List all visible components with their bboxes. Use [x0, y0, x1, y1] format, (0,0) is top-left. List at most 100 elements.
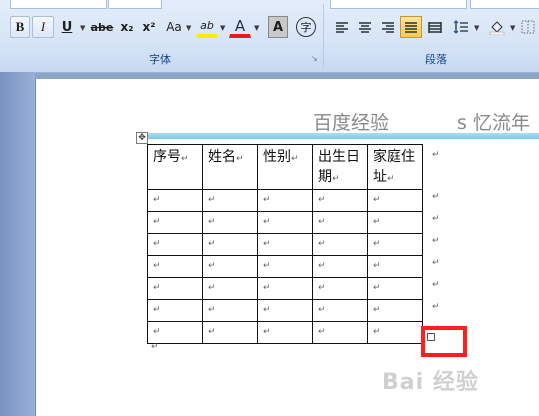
font-name-combo[interactable]	[10, 0, 107, 9]
justify-button[interactable]	[400, 16, 422, 38]
align-left-icon	[336, 22, 348, 33]
header-cell-birthdate[interactable]: 出生日 期↵	[312, 144, 368, 190]
underline-dropdown-icon[interactable]: ▼	[80, 24, 85, 32]
table-cell[interactable]: ↵	[367, 211, 423, 234]
table-cell[interactable]: ↵	[312, 255, 368, 278]
table-cell[interactable]: ↵	[367, 321, 423, 344]
change-case-button[interactable]: Aa	[163, 16, 185, 38]
distributed-button[interactable]	[424, 16, 446, 38]
font-color-button[interactable]: A	[229, 16, 251, 38]
table-row: ↵ ↵ ↵ ↵ ↵	[147, 299, 423, 322]
header-cell-address[interactable]: 家庭住 址↵	[367, 144, 423, 190]
table-cell[interactable]: ↵	[202, 277, 258, 300]
font-size-combo[interactable]	[108, 0, 162, 9]
table-cell[interactable]: ↵	[147, 299, 203, 322]
superscript-button[interactable]: x²	[139, 16, 159, 38]
table-cell[interactable]: ↵	[202, 321, 258, 344]
table-cell[interactable]: ↵	[312, 233, 368, 256]
list-combo[interactable]	[330, 0, 467, 9]
table-cell[interactable]: ↵	[202, 189, 258, 212]
header-text-right: s 忆流年	[457, 112, 530, 134]
paragraph-group-label: 段落	[425, 53, 447, 66]
paragraph-mark-after-table: ↵	[151, 342, 159, 352]
table-cell[interactable]: ↵	[312, 189, 368, 212]
line-spacing-dropdown-icon[interactable]: ▼	[474, 24, 479, 32]
font-color-dropdown-icon[interactable]: ▼	[254, 24, 259, 32]
document-margin-area	[0, 72, 35, 416]
table-row: ↵ ↵ ↵ ↵ ↵	[147, 321, 423, 344]
header-cell-gender[interactable]: 性别↵	[257, 144, 313, 190]
table-cell[interactable]: ↵	[257, 211, 313, 234]
table-cell[interactable]: ↵	[147, 321, 203, 344]
font-group-label: 字体	[149, 53, 171, 66]
table-cell[interactable]: ↵	[312, 299, 368, 322]
font-dialog-launcher-icon[interactable]: ↘	[311, 55, 319, 63]
table-cell[interactable]: ↵	[202, 233, 258, 256]
table-row: ↵ ↵ ↵ ↵ ↵	[147, 211, 423, 234]
table-cell[interactable]: ↵	[147, 255, 203, 278]
table-header-row: 序号↵ 姓名↵ 性别↵ 出生日 期↵ 家庭住 址↵	[147, 144, 423, 190]
table[interactable]: 序号↵ 姓名↵ 性别↵ 出生日 期↵ 家庭住 址↵ ↵ ↵ ↵ ↵ ↵ ↵ ↵ ↵ ↵ ↵ ↵ ↵ ↵ ↵…	[147, 144, 423, 344]
table-move-handle-icon[interactable]: ✥	[136, 132, 148, 144]
align-center-button[interactable]	[354, 16, 376, 38]
table-cell[interactable]: ↵	[312, 277, 368, 300]
table-cell[interactable]: ↵	[257, 189, 313, 212]
table-cell[interactable]: ↵	[367, 255, 423, 278]
table-cell[interactable]: ↵	[202, 299, 258, 322]
table-cell[interactable]: ↵	[367, 299, 423, 322]
shading-dropdown-icon[interactable]: ▼	[510, 24, 515, 32]
style-combo[interactable]	[470, 0, 539, 9]
justify-icon	[405, 22, 417, 33]
table-cell[interactable]: ↵	[257, 277, 313, 300]
table-cell[interactable]: ↵	[367, 189, 423, 212]
header-text-left: 百度经验	[313, 112, 390, 134]
header-cell-name[interactable]: 姓名↵	[202, 144, 258, 190]
table-cell[interactable]: ↵	[367, 233, 423, 256]
table-row: ↵ ↵ ↵ ↵ ↵	[147, 189, 423, 212]
table-cell[interactable]: ↵	[147, 189, 203, 212]
line-spacing-button[interactable]	[450, 16, 472, 38]
table-cell[interactable]: ↵	[147, 211, 203, 234]
table-cell[interactable]: ↵	[257, 255, 313, 278]
row-end-mark: ↵	[432, 280, 440, 290]
header-rule	[145, 133, 539, 139]
align-center-icon	[359, 22, 371, 33]
line-spacing-icon	[453, 20, 468, 34]
table-row: ↵ ↵ ↵ ↵ ↵	[147, 233, 423, 256]
ribbon: B I U ▼ abe x₂ x² Aa ▼ ab ▼ A ▼ A 字 ▼ ▼ …	[0, 0, 539, 73]
enclose-characters-button[interactable]: 字	[296, 17, 316, 37]
table-cell[interactable]: ↵	[312, 211, 368, 234]
italic-button[interactable]: I	[32, 16, 54, 38]
subscript-button[interactable]: x₂	[117, 16, 137, 38]
borders-button[interactable]	[518, 16, 538, 38]
row-end-mark: ↵	[432, 214, 440, 224]
row-end-mark: ↵	[432, 192, 440, 202]
highlight-annotation-box	[421, 326, 467, 357]
highlight-dropdown-icon[interactable]: ▼	[220, 24, 225, 32]
table-cell[interactable]: ↵	[147, 277, 203, 300]
table-row: ↵ ↵ ↵ ↵ ↵	[147, 255, 423, 278]
table-cell[interactable]: ↵	[312, 321, 368, 344]
shading-button[interactable]	[486, 16, 508, 38]
table-cell[interactable]: ↵	[257, 299, 313, 322]
table-cell[interactable]: ↵	[367, 277, 423, 300]
table-cell[interactable]: ↵	[147, 233, 203, 256]
strikethrough-button[interactable]: abe	[89, 16, 115, 38]
highlight-button[interactable]: ab	[196, 16, 218, 38]
align-right-button[interactable]	[377, 16, 399, 38]
bold-button[interactable]: B	[10, 16, 30, 38]
align-left-button[interactable]	[331, 16, 353, 38]
character-shading-button[interactable]: A	[268, 16, 288, 38]
paint-bucket-icon	[489, 21, 505, 35]
underline-button[interactable]: U	[56, 16, 78, 38]
header-cell-seq[interactable]: 序号↵	[147, 144, 203, 190]
row-end-mark: ↵	[432, 258, 440, 268]
distributed-icon	[428, 22, 442, 33]
group-separator	[323, 4, 324, 68]
borders-icon	[521, 20, 535, 34]
table-cell[interactable]: ↵	[257, 233, 313, 256]
change-case-dropdown-icon[interactable]: ▼	[186, 24, 191, 32]
table-cell[interactable]: ↵	[257, 321, 313, 344]
table-cell[interactable]: ↵	[202, 255, 258, 278]
table-cell[interactable]: ↵	[202, 211, 258, 234]
